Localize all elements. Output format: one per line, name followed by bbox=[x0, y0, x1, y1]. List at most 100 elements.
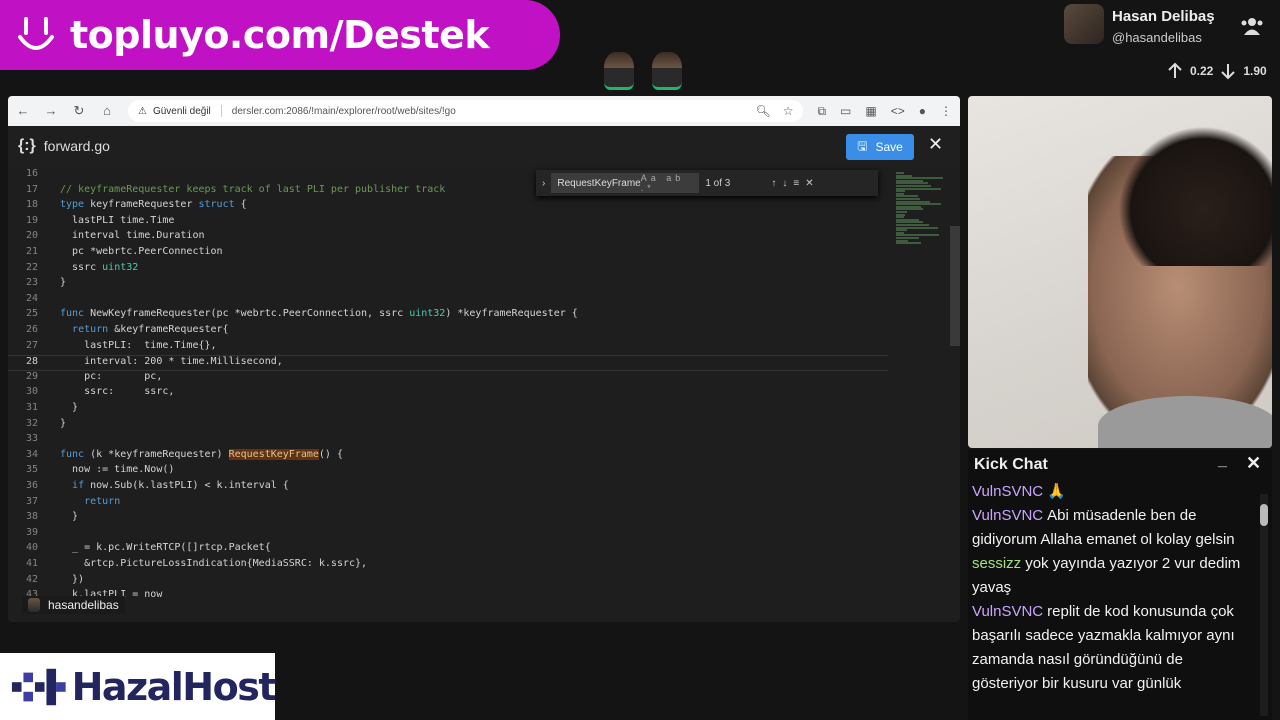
viewer-avatar bbox=[604, 52, 634, 90]
save-button[interactable]: 🖫 Save bbox=[846, 134, 914, 160]
code-line[interactable]: 19 lastPLI time.Time bbox=[8, 215, 888, 231]
person-shirt bbox=[1098, 396, 1272, 448]
forward-icon[interactable]: → bbox=[44, 104, 58, 118]
code-line[interactable]: 38 } bbox=[8, 511, 888, 527]
line-number: 34 bbox=[25, 448, 38, 460]
star-icon[interactable]: ☆ bbox=[783, 104, 794, 118]
chat-scrollbar[interactable] bbox=[1260, 494, 1268, 716]
file-type-icon: {:} bbox=[18, 137, 36, 154]
code-line[interactable]: 40 _ = k.pc.WriteRTCP([]rtcp.Packet{ bbox=[8, 542, 888, 558]
line-text: interval time.Duration bbox=[60, 230, 205, 242]
banner-text: topluyo.com/Destek bbox=[70, 13, 490, 57]
line-number: 20 bbox=[25, 230, 38, 242]
close-icon[interactable]: ✕ bbox=[928, 134, 943, 155]
line-text: type keyframeRequester struct { bbox=[60, 199, 247, 211]
code-line[interactable]: 30 ssrc: ssrc, bbox=[8, 386, 888, 402]
find-query: RequestKeyFrame bbox=[557, 177, 641, 189]
code-line[interactable]: 36 if now.Sub(k.lastPLI) < k.interval { bbox=[8, 480, 888, 496]
minimize-icon[interactable]: _ bbox=[1218, 452, 1227, 470]
prev-match-icon[interactable]: ↑ bbox=[771, 178, 776, 189]
menu-icon[interactable]: ⋮ bbox=[940, 104, 952, 118]
minimap[interactable] bbox=[890, 168, 950, 622]
next-match-icon[interactable]: ↓ bbox=[782, 178, 787, 189]
code-editor[interactable]: 16 17 // keyframeRequester keeps track of … bbox=[8, 168, 888, 622]
code-line[interactable]: 43 k.lastPLI = now bbox=[8, 589, 888, 605]
line-number: 41 bbox=[25, 558, 38, 569]
line-text: return &keyframeRequester{ bbox=[72, 324, 229, 335]
viewer-avatars bbox=[604, 52, 682, 90]
line-number: 39 bbox=[25, 526, 38, 538]
code-line[interactable]: 20 interval time.Duration bbox=[8, 230, 888, 246]
chat-username[interactable]: sessizz bbox=[972, 555, 1021, 572]
expand-icon[interactable]: › bbox=[542, 178, 545, 189]
avatar bbox=[28, 598, 40, 612]
line-number: 17 bbox=[25, 183, 38, 195]
browser-window: ← → ↻ ⌂ ⚠ Güvenli değil dersler.com:2086… bbox=[8, 96, 960, 622]
code-line[interactable]: 41 &rtcp.PictureLossIndication{MediaSSRC… bbox=[8, 558, 888, 574]
selection-icon[interactable]: ≡ bbox=[793, 178, 799, 189]
code-line[interactable]: 35 now := time.Now() bbox=[8, 464, 888, 480]
code-line[interactable]: 24 bbox=[8, 293, 888, 309]
code-line[interactable]: 23} bbox=[8, 277, 888, 293]
line-number: 26 bbox=[25, 324, 38, 335]
streamer-profile: Hasan Delibaş @hasandelibas bbox=[1064, 4, 1280, 54]
code-line[interactable]: 18 type keyframeRequester struct { bbox=[8, 199, 888, 215]
reload-icon[interactable]: ↻ bbox=[72, 104, 86, 118]
zoom-icon[interactable]: 🔍︎ bbox=[755, 104, 770, 118]
code-line[interactable]: 29 pc: pc, bbox=[8, 371, 888, 387]
line-number: 27 bbox=[25, 339, 38, 351]
save-icon: 🖫 bbox=[857, 138, 868, 153]
close-icon[interactable]: ✕ bbox=[1246, 453, 1261, 474]
find-input[interactable]: RequestKeyFrame Aa ab .* bbox=[551, 173, 700, 193]
code-line[interactable]: 34 func (k *keyframeRequester) RequestKey… bbox=[8, 448, 888, 465]
devtools-icon[interactable]: <> bbox=[891, 104, 905, 118]
chat-username[interactable]: VulnSVNC bbox=[972, 507, 1043, 524]
extensions-icon[interactable]: ⧉ bbox=[817, 104, 826, 119]
chat-header: Kick Chat _ ✕ bbox=[968, 450, 1272, 480]
code-line[interactable]: 31 } bbox=[8, 402, 888, 418]
line-text: // keyframeRequester keeps track of last… bbox=[60, 183, 446, 195]
line-number: 32 bbox=[25, 417, 38, 429]
code-line[interactable]: 37 return bbox=[8, 496, 888, 512]
line-text: pc: pc, bbox=[60, 370, 163, 382]
editor-scrollbar[interactable] bbox=[950, 226, 960, 346]
chat-username[interactable]: VulnSVNC bbox=[972, 603, 1043, 620]
code-line[interactable]: 42 }) bbox=[8, 574, 888, 590]
chat-username[interactable]: VulnSVNC bbox=[972, 483, 1043, 500]
scroll-thumb[interactable] bbox=[1260, 504, 1268, 526]
line-number: 35 bbox=[25, 464, 38, 476]
back-icon[interactable]: ← bbox=[16, 104, 30, 118]
code-line[interactable]: 39 bbox=[8, 527, 888, 543]
close-find-icon[interactable]: ✕ bbox=[805, 178, 813, 189]
url-field[interactable]: ⚠ Güvenli değil dersler.com:2086/!main/e… bbox=[128, 100, 804, 122]
cast-icon[interactable]: ▭ bbox=[840, 104, 851, 118]
code-line[interactable]: 22 ssrc uint32 bbox=[8, 262, 888, 278]
arrow-up-icon bbox=[1168, 62, 1182, 78]
code-line[interactable]: 27 lastPLI: time.Time{}, bbox=[8, 340, 888, 356]
viewer-avatar bbox=[652, 52, 682, 90]
security-label: Güvenli değil bbox=[152, 105, 211, 117]
line-number: 36 bbox=[25, 480, 38, 491]
find-options-icon[interactable]: Aa ab .* bbox=[641, 173, 694, 193]
code-line[interactable]: 28 interval: 200 * time.Millisecond, bbox=[8, 355, 888, 371]
profile-icon[interactable]: ● bbox=[919, 104, 926, 118]
line-text: } bbox=[60, 511, 79, 523]
sponsor-logo: HazalHost bbox=[0, 653, 277, 720]
line-number: 25 bbox=[25, 308, 38, 320]
line-number: 29 bbox=[25, 370, 38, 382]
home-icon[interactable]: ⌂ bbox=[100, 104, 114, 118]
address-bar: ← → ↻ ⌂ ⚠ Güvenli değil dersler.com:2086… bbox=[8, 96, 960, 126]
profile-handle: @hasandelibas bbox=[1112, 30, 1202, 45]
line-number: 16 bbox=[25, 168, 38, 179]
line-number: 33 bbox=[25, 433, 38, 445]
code-line[interactable]: 25 func NewKeyframeRequester(pc *webrtc.P… bbox=[8, 308, 888, 324]
chat-message: VulnSVNC 🙏 bbox=[972, 480, 1252, 504]
code-line[interactable]: 32} bbox=[8, 418, 888, 434]
code-line[interactable]: 21 pc *webrtc.PeerConnection bbox=[8, 246, 888, 262]
users-icon[interactable] bbox=[1240, 16, 1264, 36]
code-line[interactable]: 26 return &keyframeRequester{ bbox=[8, 324, 888, 340]
chat-message: VulnSVNC replit de kod konusunda çok başa… bbox=[972, 600, 1252, 696]
arrow-down-icon bbox=[1221, 64, 1236, 80]
apps-icon[interactable]: ▦ bbox=[865, 104, 876, 118]
code-line[interactable]: 33 bbox=[8, 433, 888, 449]
